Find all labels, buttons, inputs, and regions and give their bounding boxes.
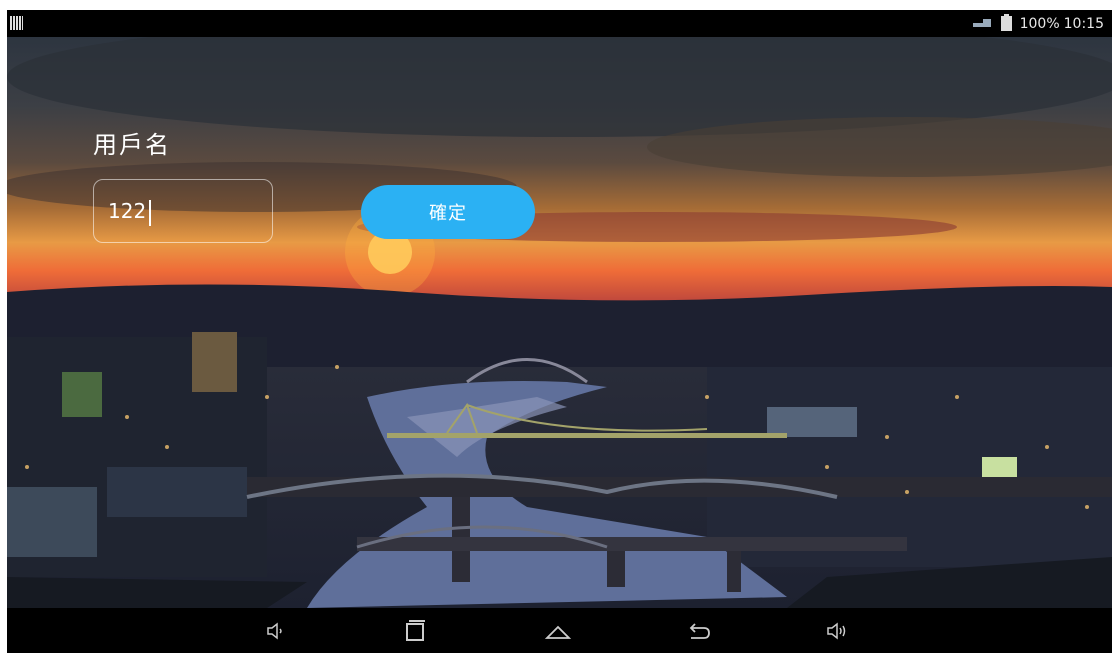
volume-down-icon[interactable] bbox=[260, 616, 290, 646]
text-cursor bbox=[149, 200, 151, 226]
battery-charging-icon bbox=[1000, 14, 1012, 31]
clock: 10:15 bbox=[1063, 15, 1104, 32]
city-sunset-image bbox=[7, 37, 1112, 608]
volume-up-icon[interactable] bbox=[822, 616, 852, 646]
home-icon[interactable] bbox=[543, 616, 573, 646]
status-bar: 100% 10:15 bbox=[7, 10, 1112, 37]
battery-percent: 100% bbox=[1019, 15, 1060, 32]
background-wallpaper: 用戶名 確定 bbox=[7, 37, 1112, 608]
status-indicators: 100% 10:15 bbox=[972, 10, 1104, 37]
confirm-button[interactable]: 確定 bbox=[361, 185, 535, 239]
navigation-bar bbox=[7, 608, 1112, 653]
device-screen: 100% 10:15 用戶名 122 確定 bbox=[7, 10, 1112, 653]
back-icon[interactable] bbox=[683, 616, 713, 646]
username-input[interactable] bbox=[93, 179, 273, 243]
username-label: 用戶名 bbox=[93, 131, 171, 159]
recent-apps-icon[interactable] bbox=[400, 616, 430, 646]
network-icon bbox=[972, 18, 991, 27]
notification-icon bbox=[10, 16, 23, 30]
